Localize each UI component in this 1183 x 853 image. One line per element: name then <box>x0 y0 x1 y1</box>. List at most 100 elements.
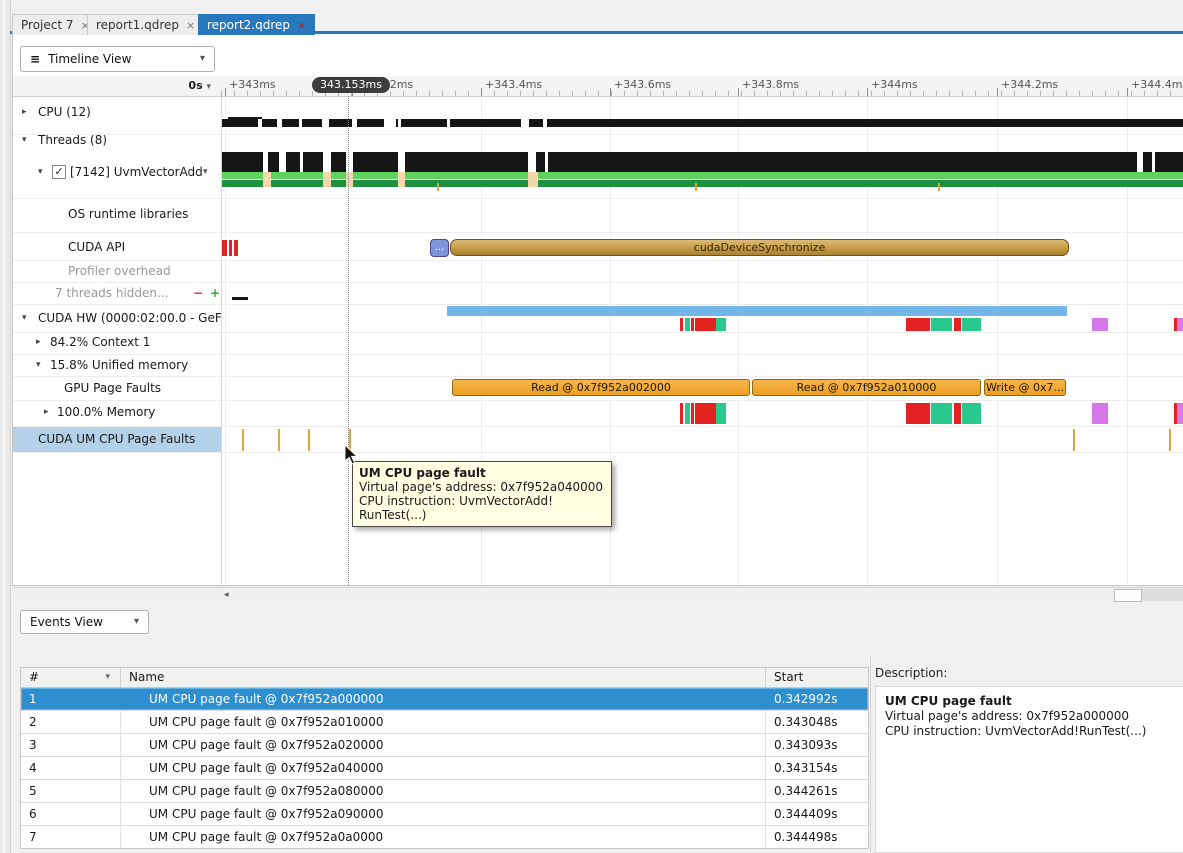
remove-row-icon[interactable]: − <box>193 282 203 304</box>
events-view-dropdown[interactable]: Events View ▾ <box>20 610 149 634</box>
ruler-major-tick <box>1127 88 1128 96</box>
description-line: Virtual page's address: 0x7f952a000000 <box>885 709 1183 724</box>
tab-label: report1.qdrep <box>96 18 179 32</box>
tree-item-label: GPU Page Faults <box>64 377 161 399</box>
cell-start: 0.342992s <box>766 688 866 710</box>
cell-name: UM CPU page fault @ 0x7f952a040000 <box>121 757 766 779</box>
timeline-hscrollbar[interactable]: ◂ <box>13 587 1183 602</box>
scrollbar-thumb[interactable] <box>1114 589 1142 602</box>
tree-item-label: CUDA API <box>68 236 125 258</box>
tab-report1[interactable]: report1.qdrep × <box>87 14 204 35</box>
ruler-major-tick <box>867 88 868 96</box>
tooltip-line: RunTest(...) <box>359 508 605 522</box>
mouse-cursor <box>344 444 358 465</box>
ruler-tick-label: +343.6ms <box>614 78 671 91</box>
tree-item-memory[interactable]: ▸100.0% Memory <box>13 401 221 423</box>
tree-item-gpu-page-faults[interactable]: GPU Page Faults <box>13 377 221 399</box>
tree-item-cuda-api[interactable]: CUDA API <box>13 236 221 258</box>
tree-item-label: [7142] UvmVectorAdd <box>70 161 203 183</box>
tree-item-label: OS runtime libraries <box>68 203 188 225</box>
table-row[interactable]: 2UM CPU page fault @ 0x7f952a0100000.343… <box>21 711 868 734</box>
cell-start: 0.344261s <box>766 780 866 802</box>
cell-num: 4 <box>21 757 121 779</box>
expander-arrow-icon[interactable]: ▾ <box>22 129 27 151</box>
expander-arrow-icon[interactable]: ▸ <box>44 401 49 423</box>
nsight-systems-window: { "tabs": [ {"label": "Project 7", "clos… <box>0 0 1183 853</box>
tab-project[interactable]: Project 7× <box>12 14 99 35</box>
tree-item-unified-memory[interactable]: ▾ 15.8% Unified memory <box>13 354 221 376</box>
ruler-tick-label: +344.4ms <box>1131 78 1183 91</box>
cell-num: 5 <box>21 780 121 802</box>
cell-start: 0.343154s <box>766 757 866 779</box>
um-page-fault-tooltip: UM CPU page fault Virtual page's address… <box>352 461 612 527</box>
tree-item-context-1[interactable]: ▸84.2% Context 1 <box>13 331 221 353</box>
tab-report2-active[interactable]: report2.qdrep × <box>198 14 315 35</box>
chevron-down-icon[interactable]: ▾ <box>203 161 208 183</box>
cell-num: 3 <box>21 734 121 756</box>
cell-num: 1 <box>21 688 121 710</box>
tree-item-label: CUDA UM CPU Page Faults <box>38 426 195 452</box>
tree-item-cuda-um-cpu-page-faults[interactable]: CUDA UM CPU Page Faults <box>13 426 221 452</box>
ruler-origin-cell: 0s ▾ <box>13 76 221 97</box>
table-row[interactable]: 6UM CPU page fault @ 0x7f952a0900000.344… <box>21 803 868 826</box>
expander-arrow-icon[interactable]: ▸ <box>36 331 41 353</box>
tree-item-thread-7142[interactable]: ▾✓[7142] UvmVectorAdd▾ <box>13 161 221 183</box>
add-row-icon[interactable]: + <box>210 282 220 304</box>
events-view-label: Events View <box>30 615 103 629</box>
expander-arrow-icon[interactable]: ▾ <box>38 161 43 183</box>
table-row[interactable]: 4UM CPU page fault @ 0x7f952a0400000.343… <box>21 757 868 780</box>
panel-divider <box>870 655 871 853</box>
tree-item-label: CUDA HW (0000:02:00.0 - GeF <box>38 307 221 329</box>
tree-item-threads[interactable]: ▾ Threads (8) <box>13 129 221 151</box>
ruler-major-tick <box>997 88 998 96</box>
column-header-start[interactable]: Start <box>766 668 866 687</box>
tree-item-label: Profiler overhead <box>68 260 171 282</box>
cell-num: 2 <box>21 711 121 733</box>
ruler-tick-label: +343.4ms <box>485 78 542 91</box>
window-edge-gutter <box>0 0 11 853</box>
expander-arrow-icon[interactable]: ▾ <box>22 307 27 329</box>
chevron-down-icon[interactable]: ▾ <box>206 82 211 92</box>
timeline-ruler[interactable]: +343ms+343.2ms+343.4ms+343.6ms+343.8ms+3… <box>221 76 1183 97</box>
tree-item-cuda-hw[interactable]: ▾ CUDA HW (0000:02:00.0 - GeF <box>13 307 221 329</box>
expander-arrow-icon[interactable]: ▾ <box>36 354 41 376</box>
sort-caret-icon: ▾ <box>105 668 110 687</box>
cell-start: 0.343048s <box>766 711 866 733</box>
chevron-down-icon: ▾ <box>134 611 139 633</box>
table-row[interactable]: 1UM CPU page fault @ 0x7f952a0000000.342… <box>21 688 868 711</box>
tab-label: Project 7 <box>21 18 74 32</box>
tab-close-icon[interactable]: × <box>186 19 195 32</box>
table-row[interactable]: 7UM CPU page fault @ 0x7f952a0a00000.344… <box>21 826 868 848</box>
cell-name: UM CPU page fault @ 0x7f952a000000 <box>121 688 766 710</box>
tree-item-threads-hidden[interactable]: 7 threads hidden... −+ <box>13 282 221 304</box>
timeline-view-label: Timeline View <box>48 52 131 66</box>
events-table: #▾ Name Start 1UM CPU page fault @ 0x7f9… <box>20 667 869 849</box>
tab-close-icon[interactable]: × <box>297 19 306 32</box>
cell-start: 0.344498s <box>766 826 866 848</box>
ruler-tick-label: +344.2ms <box>1001 78 1058 91</box>
chevron-down-icon: ▾ <box>200 47 205 71</box>
ruler-tick-label: +344ms <box>871 78 918 91</box>
cell-name: UM CPU page fault @ 0x7f952a010000 <box>121 711 766 733</box>
scroll-left-icon[interactable]: ◂ <box>224 590 229 600</box>
ruler-major-tick <box>225 88 226 96</box>
tree-item-os-runtime-libraries[interactable]: OS runtime libraries <box>13 203 221 225</box>
tree-item-cpu[interactable]: ▸CPU (12) <box>13 101 221 123</box>
table-row[interactable]: 5UM CPU page fault @ 0x7f952a0800000.344… <box>21 780 868 803</box>
cell-start: 0.344409s <box>766 803 866 825</box>
tree-item-profiler-overhead[interactable]: Profiler overhead <box>13 260 221 282</box>
thread-checkbox[interactable]: ✓ <box>52 165 66 179</box>
table-row[interactable]: 3UM CPU page fault @ 0x7f952a0200000.343… <box>21 734 868 757</box>
cell-name: UM CPU page fault @ 0x7f952a020000 <box>121 734 766 756</box>
tree-item-label: 15.8% Unified memory <box>50 354 188 376</box>
tree-item-label: Threads (8) <box>38 129 107 151</box>
column-header-name[interactable]: Name <box>121 668 766 687</box>
column-header-num[interactable]: #▾ <box>21 668 121 687</box>
cell-num: 7 <box>21 826 121 848</box>
time-marker-badge: 343.153ms <box>312 77 390 93</box>
description-line: CPU instruction: UvmVectorAdd!RunTest(..… <box>885 724 1183 739</box>
tab-label: report2.qdrep <box>207 18 290 32</box>
tree-item-label: 7 threads hidden... <box>55 282 168 304</box>
expander-arrow-icon[interactable]: ▸ <box>22 101 27 123</box>
timeline-view-dropdown[interactable]: ≡Timeline View ▾ <box>20 46 215 72</box>
